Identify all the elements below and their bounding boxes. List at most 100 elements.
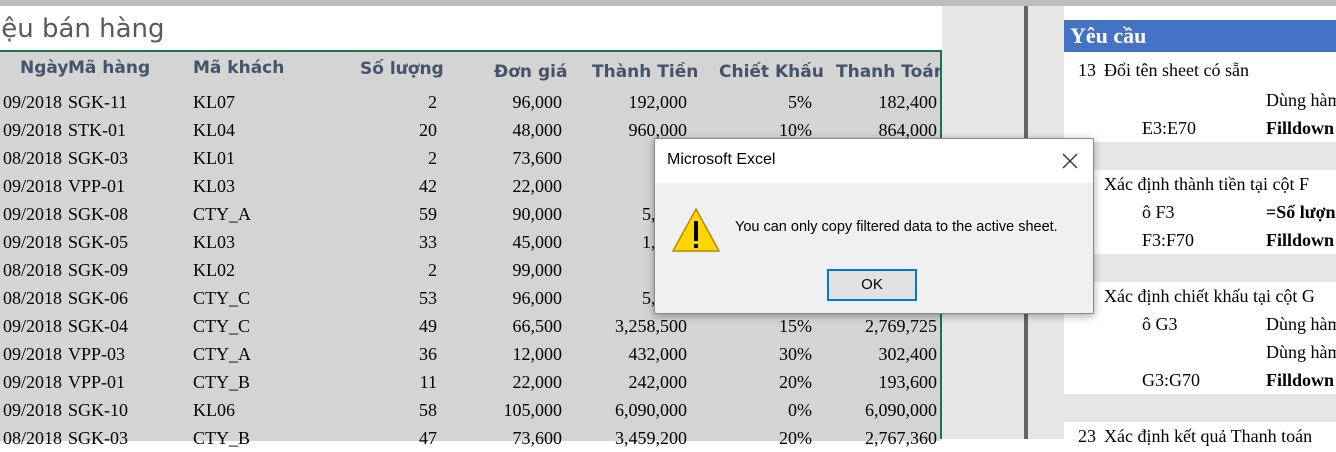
table-cell[interactable]: CTY_A <box>193 340 333 368</box>
requirement-note[interactable]: Dùng hàm <box>1266 314 1336 335</box>
table-cell[interactable]: 90,000 <box>470 200 563 228</box>
requirement-range[interactable]: ô F3 <box>1142 202 1175 223</box>
table-cell[interactable]: SGK-03 <box>68 144 178 172</box>
column-header[interactable]: Thanh Toán <box>836 62 946 86</box>
column-header[interactable]: Chiết Khấu <box>719 62 824 86</box>
table-cell[interactable]: 58 <box>330 396 437 424</box>
table-cell[interactable]: KL06 <box>193 396 333 424</box>
table-cell[interactable]: 47 <box>330 424 437 452</box>
table-cell[interactable]: 96,000 <box>470 284 563 312</box>
table-cell[interactable]: 192,000 <box>580 88 688 116</box>
table-cell[interactable]: 2 <box>330 88 437 116</box>
column-header[interactable]: Mã khách <box>193 58 284 82</box>
table-cell[interactable]: 09/2018 <box>0 116 62 144</box>
requirement-note[interactable]: Filldown <box>1266 230 1334 251</box>
table-cell[interactable]: CTY_A <box>193 200 333 228</box>
table-cell[interactable]: SGK-10 <box>68 396 178 424</box>
table-cell[interactable]: KL07 <box>193 88 333 116</box>
table-cell[interactable]: 15% <box>715 312 812 340</box>
table-cell[interactable]: KL02 <box>193 256 333 284</box>
requirement-note[interactable]: =Số lượng <box>1266 202 1336 223</box>
table-cell[interactable]: 12,000 <box>470 340 563 368</box>
table-cell[interactable]: 59 <box>330 200 437 228</box>
table-cell[interactable]: 08/2018 <box>0 284 62 312</box>
requirement-range[interactable]: F3:F70 <box>1142 230 1194 251</box>
table-cell[interactable]: CTY_C <box>193 312 333 340</box>
table-cell[interactable]: 242,000 <box>580 368 688 396</box>
table-cell[interactable]: CTY_C <box>193 284 333 312</box>
table-cell[interactable]: 49 <box>330 312 437 340</box>
table-cell[interactable]: 96,000 <box>470 88 563 116</box>
table-cell[interactable]: SGK-06 <box>68 284 178 312</box>
table-cell[interactable]: SGK-03 <box>68 424 178 452</box>
requirement-note[interactable]: Filldown <box>1266 118 1334 139</box>
table-cell[interactable]: 09/2018 <box>0 228 62 256</box>
table-cell[interactable]: VPP-01 <box>68 172 178 200</box>
requirement-range[interactable]: G3:G70 <box>1142 370 1200 391</box>
requirement-text[interactable]: Đổi tên sheet có sẵn <box>1104 60 1249 81</box>
table-cell[interactable]: 73,600 <box>470 424 563 452</box>
table-cell[interactable]: 09/2018 <box>0 396 62 424</box>
table-cell[interactable]: 6,090,000 <box>580 396 687 424</box>
table-cell[interactable]: 20% <box>715 368 812 396</box>
table-cell[interactable]: VPP-01 <box>68 368 178 396</box>
requirement-text[interactable]: Xác định thành tiền tại cột F <box>1104 174 1309 195</box>
requirement-number[interactable]: 23 <box>1078 426 1096 447</box>
table-cell[interactable]: 432,000 <box>580 340 688 368</box>
table-cell[interactable]: 11 <box>330 368 437 396</box>
table-cell[interactable]: 30% <box>715 340 812 368</box>
table-cell[interactable]: 2 <box>330 256 437 284</box>
table-cell[interactable]: VPP-03 <box>68 340 178 368</box>
table-cell[interactable]: SGK-09 <box>68 256 178 284</box>
table-cell[interactable]: 08/2018 <box>0 144 62 172</box>
table-cell[interactable]: 3,258,500 <box>580 312 687 340</box>
requirement-range[interactable]: ô G3 <box>1142 314 1178 335</box>
table-cell[interactable]: SGK-08 <box>68 200 178 228</box>
table-cell[interactable]: 09/2018 <box>0 312 62 340</box>
table-cell[interactable]: 2,769,725 <box>830 312 937 340</box>
requirement-range[interactable]: E3:E70 <box>1142 118 1196 139</box>
table-cell[interactable]: 09/2018 <box>0 340 62 368</box>
table-cell[interactable]: 302,400 <box>830 340 938 368</box>
table-cell[interactable]: 2,767,360 <box>830 424 937 452</box>
table-cell[interactable]: 20% <box>715 424 812 452</box>
table-cell[interactable]: STK-01 <box>68 116 178 144</box>
table-cell[interactable]: 2 <box>330 144 437 172</box>
table-cell[interactable]: KL01 <box>193 144 333 172</box>
table-cell[interactable]: 0% <box>715 396 812 424</box>
requirement-text[interactable]: Xác định chiết khấu tại cột G <box>1104 286 1315 307</box>
requirement-text[interactable]: Xác định kết quả Thanh toán <box>1104 426 1312 447</box>
table-cell[interactable]: 09/2018 <box>0 172 62 200</box>
table-cell[interactable]: 22,000 <box>470 368 563 396</box>
requirement-note[interactable]: Filldown <box>1266 370 1334 391</box>
table-cell[interactable]: 5% <box>715 88 812 116</box>
table-cell[interactable]: 48,000 <box>470 116 563 144</box>
table-cell[interactable]: 3,459,200 <box>580 424 687 452</box>
table-cell[interactable]: 09/2018 <box>0 368 62 396</box>
requirement-note[interactable]: Dùng hàm <box>1266 342 1336 363</box>
table-cell[interactable]: 73,600 <box>470 144 563 172</box>
table-cell[interactable]: 99,000 <box>470 256 563 284</box>
table-cell[interactable]: KL04 <box>193 116 333 144</box>
column-header[interactable]: Thành Tiền <box>592 62 698 86</box>
table-cell[interactable]: KL03 <box>193 228 333 256</box>
ok-button[interactable]: OK <box>827 269 917 301</box>
table-cell[interactable]: 33 <box>330 228 437 256</box>
table-cell[interactable]: 08/2018 <box>0 256 62 284</box>
table-cell[interactable]: CTY_B <box>193 368 333 396</box>
table-cell[interactable]: SGK-05 <box>68 228 178 256</box>
close-icon[interactable] <box>1053 147 1085 175</box>
column-header[interactable]: Ngày <box>20 58 68 82</box>
table-cell[interactable]: 09/2018 <box>0 88 62 116</box>
requirement-number[interactable]: 13 <box>1078 60 1096 81</box>
table-cell[interactable]: 08/2018 <box>0 424 62 452</box>
table-cell[interactable]: 53 <box>330 284 437 312</box>
table-cell[interactable]: 22,000 <box>470 172 563 200</box>
table-cell[interactable]: SGK-11 <box>68 88 178 116</box>
table-cell[interactable]: CTY_B <box>193 424 333 452</box>
table-cell[interactable]: 182,400 <box>830 88 938 116</box>
table-cell[interactable]: 36 <box>330 340 437 368</box>
column-header[interactable]: Số lượng <box>360 59 444 83</box>
table-cell[interactable]: 6,090,000 <box>830 396 937 424</box>
table-cell[interactable]: 66,500 <box>470 312 563 340</box>
